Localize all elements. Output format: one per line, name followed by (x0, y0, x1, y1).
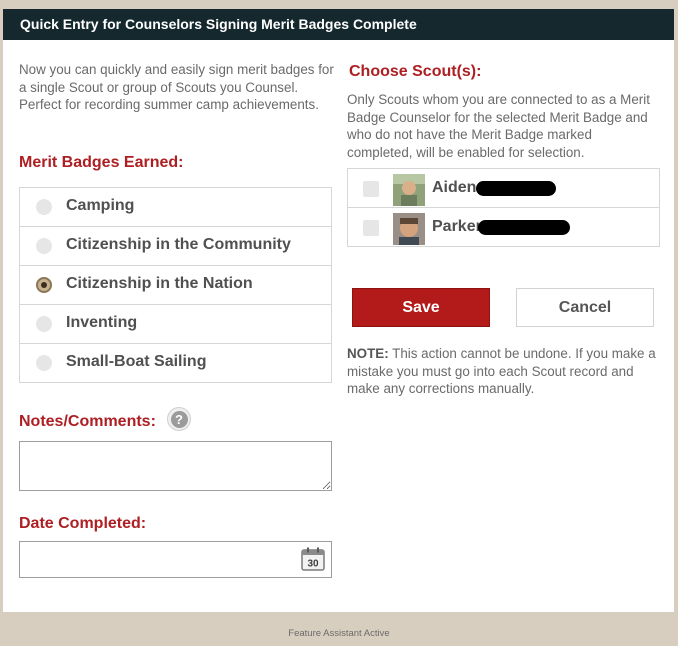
note-text: NOTE: This action cannot be undone. If y… (347, 345, 667, 398)
badge-option-citizenship-nation[interactable]: Citizenship in the Nation (20, 266, 331, 305)
date-completed-input[interactable]: 30 (19, 541, 332, 578)
badge-label: Citizenship in the Nation (66, 275, 253, 292)
intro-text: Now you can quickly and easily sign meri… (19, 62, 334, 112)
scout-checkbox[interactable] (363, 220, 379, 236)
radio-button[interactable] (36, 316, 52, 332)
badge-label: Citizenship in the Community (66, 236, 291, 253)
merit-badges-label: Merit Badges Earned: (19, 154, 184, 171)
badge-label: Inventing (66, 314, 138, 331)
scout-list: Aiden Parker (347, 168, 660, 247)
redaction-mark (476, 181, 556, 196)
badge-option-inventing[interactable]: Inventing (20, 305, 331, 344)
radio-button-selected[interactable] (36, 277, 52, 293)
date-completed-label: Date Completed: (19, 515, 147, 532)
badge-option-citizenship-community[interactable]: Citizenship in the Community (20, 227, 331, 266)
scout-name: Aiden (432, 179, 477, 196)
badge-label: Small-Boat Sailing (66, 353, 207, 370)
scouts-description: Only Scouts whom you are connected to as… (347, 92, 650, 160)
badge-option-small-boat-sailing[interactable]: Small-Boat Sailing (20, 344, 331, 382)
scout-row-aiden[interactable]: Aiden (348, 169, 659, 208)
note-body: This action cannot be undone. If you mak… (347, 346, 656, 396)
badge-option-camping[interactable]: Camping (20, 188, 331, 227)
badge-label: Camping (66, 197, 135, 214)
scout-checkbox[interactable] (363, 181, 379, 197)
avatar (393, 213, 425, 245)
notes-textarea[interactable] (19, 441, 332, 491)
avatar (393, 174, 425, 206)
save-button[interactable]: Save (352, 288, 490, 327)
choose-scouts-label: Choose Scout(s): (349, 63, 482, 80)
quick-entry-dialog: Quick Entry for Counselors Signing Merit… (3, 9, 674, 612)
scout-row-parker[interactable]: Parker (348, 208, 659, 246)
note-prefix: NOTE: (347, 346, 389, 361)
notes-label: Notes/Comments: (19, 413, 156, 430)
radio-button[interactable] (36, 199, 52, 215)
help-icon[interactable]: ? (167, 407, 191, 431)
calendar-icon[interactable]: 30 (301, 547, 325, 571)
scout-name: Parker (432, 218, 482, 235)
radio-button[interactable] (36, 355, 52, 371)
feature-assistant-status: Feature Assistant Active (288, 628, 390, 639)
radio-button[interactable] (36, 238, 52, 254)
merit-badge-list: Camping Citizenship in the Community Cit… (19, 187, 332, 383)
redaction-mark (478, 220, 570, 235)
calendar-icon-day: 30 (307, 559, 319, 570)
question-mark-icon: ? (170, 410, 188, 428)
cancel-button[interactable]: Cancel (516, 288, 654, 327)
dialog-title: Quick Entry for Counselors Signing Merit… (3, 9, 674, 40)
